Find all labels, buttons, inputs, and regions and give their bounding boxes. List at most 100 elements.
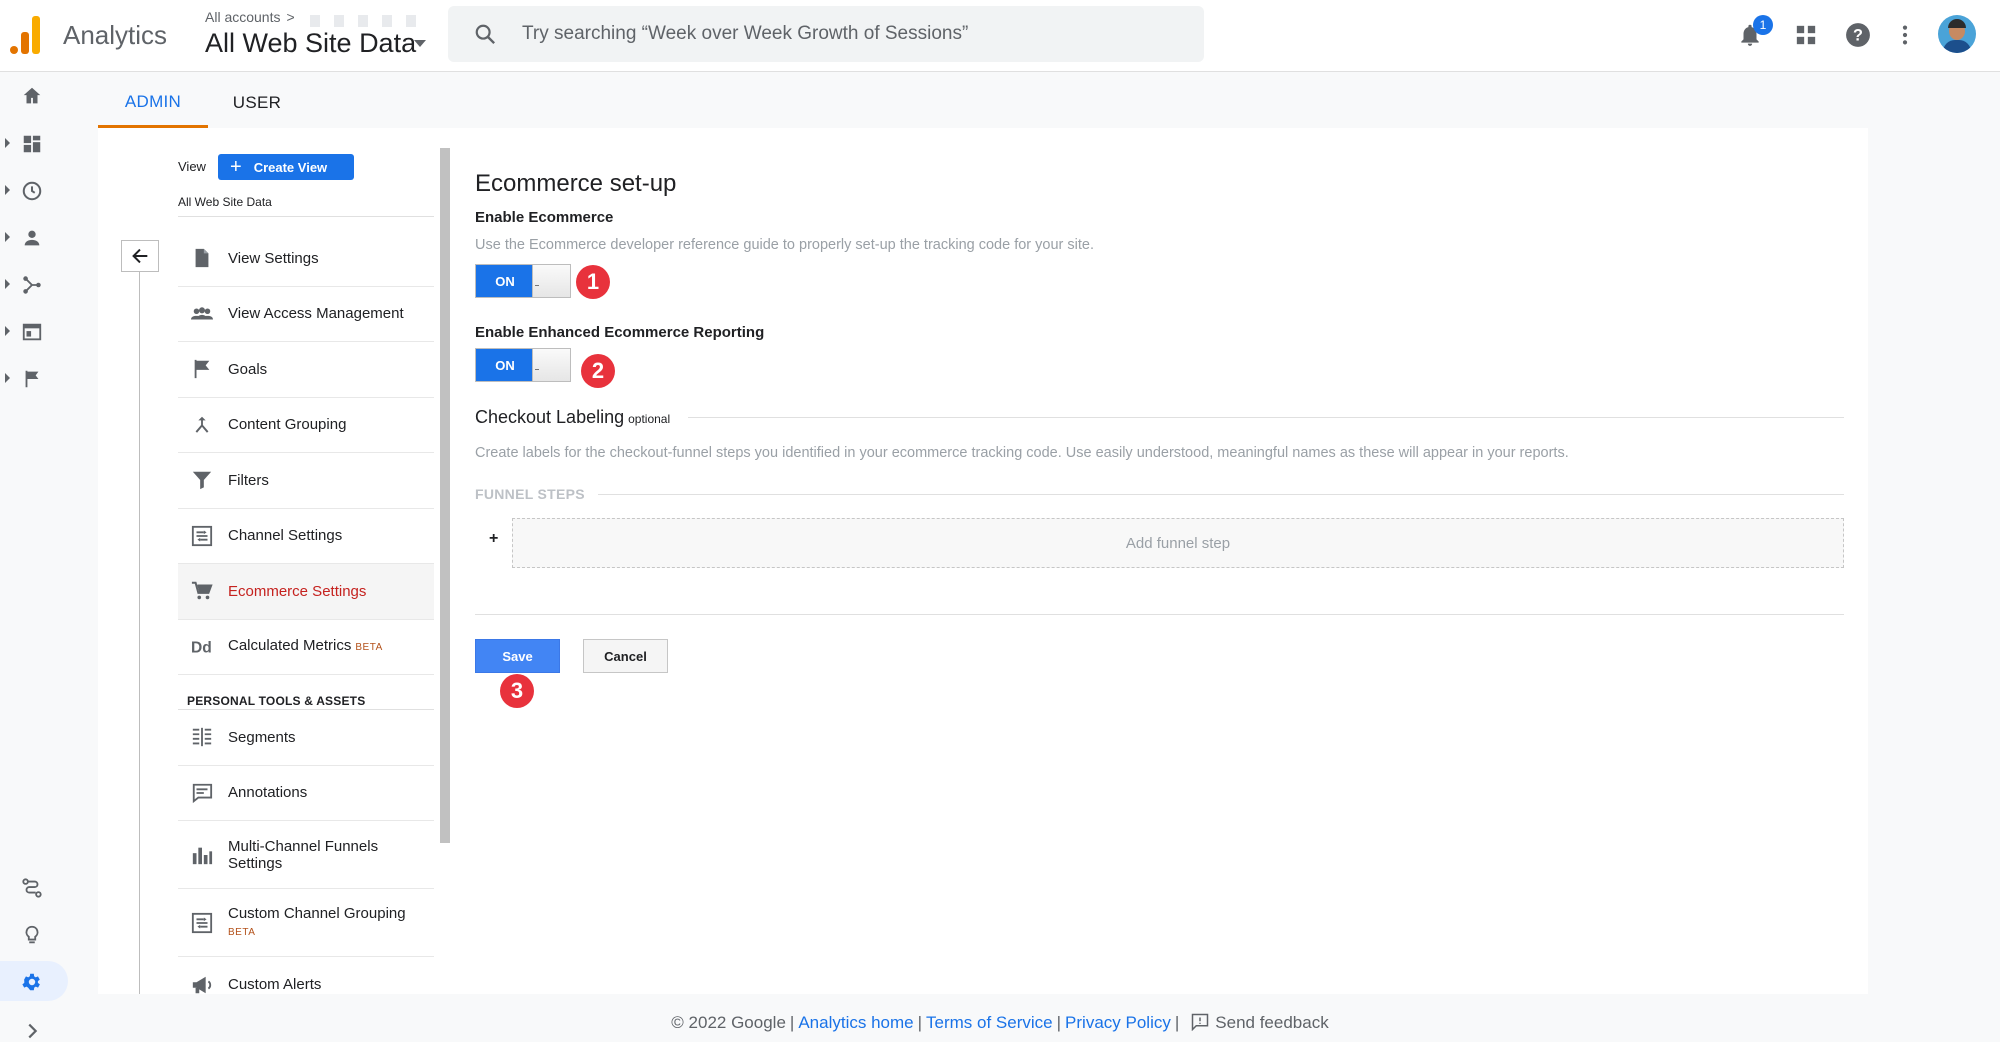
rail-customization[interactable] — [0, 123, 68, 163]
enhanced-ecommerce-toggle[interactable]: ON — [475, 348, 571, 382]
nav-item-custom-alerts[interactable]: Custom Alerts — [178, 957, 434, 1013]
add-funnel-step-button[interactable]: Add funnel step — [512, 518, 1844, 568]
save-button[interactable]: Save — [475, 639, 560, 673]
flag-icon — [194, 360, 210, 379]
privacy-link[interactable]: Privacy Policy — [1065, 1013, 1171, 1032]
nav-guide-line — [139, 272, 140, 994]
notifications-button[interactable]: 1 — [1733, 15, 1773, 52]
enable-ecommerce-toggle[interactable]: ON — [475, 264, 571, 298]
cancel-button[interactable]: Cancel — [583, 639, 668, 673]
rail-discover[interactable] — [0, 914, 68, 954]
nav-item-label: Calculated Metrics BETA — [228, 637, 383, 656]
nav-item-label: Content Grouping — [228, 416, 347, 434]
person-icon — [24, 230, 40, 246]
nav-scrollbar[interactable] — [440, 148, 450, 843]
cart-icon — [191, 581, 213, 600]
create-view-button[interactable]: + Create View — [218, 154, 354, 180]
rail-audience[interactable] — [0, 217, 68, 257]
nav-item-content-grouping[interactable]: Content Grouping — [178, 398, 434, 453]
step-marker-2: 2 — [581, 354, 615, 388]
rail-conversions[interactable] — [0, 358, 68, 398]
divider — [178, 216, 434, 217]
rail-attribution[interactable] — [0, 867, 68, 907]
expand-arrow-icon — [5, 232, 10, 242]
personal-tools-nav: Segments Annotations Multi-Channel Funne… — [178, 709, 434, 1013]
clock-icon — [22, 181, 42, 201]
nav-item-view-settings[interactable]: View Settings — [178, 231, 434, 287]
nav-item-label: Annotations — [228, 784, 308, 802]
arrow-back-icon — [132, 248, 148, 264]
footer-separator: | — [917, 1013, 923, 1032]
help-button[interactable]: ? — [1841, 18, 1875, 52]
page-title: Ecommerce set-up — [475, 170, 677, 197]
analytics-logo-icon[interactable] — [10, 16, 42, 54]
document-icon — [195, 249, 209, 268]
expand-arrow-icon — [5, 185, 10, 195]
apps-button[interactable] — [1789, 18, 1823, 52]
rail-realtime[interactable] — [0, 170, 68, 210]
app-name: Analytics — [63, 20, 168, 50]
add-step-plus-icon[interactable]: + — [489, 530, 498, 548]
nav-item-label: Ecommerce Settings — [228, 582, 367, 600]
channel-icon — [191, 912, 213, 933]
nav-item-channel-settings[interactable]: Channel Settings — [178, 509, 434, 564]
caret-down-icon[interactable] — [414, 40, 426, 47]
rail-home[interactable] — [0, 75, 68, 115]
flag-icon — [25, 370, 39, 388]
expand-arrow-icon — [5, 326, 10, 336]
chevron-right-icon: > — [286, 9, 295, 25]
search-icon — [475, 24, 496, 45]
rail-behavior[interactable] — [0, 311, 68, 351]
tab-admin[interactable]: ADMIN — [98, 78, 208, 128]
gear-icon — [22, 973, 40, 991]
funnel-steps-label: FUNNEL STEPS — [475, 486, 585, 502]
account-breadcrumb[interactable]: All accounts > — [205, 9, 295, 25]
rail-admin[interactable] — [0, 961, 68, 1001]
expand-arrow-icon — [5, 279, 10, 289]
search-input[interactable] — [522, 18, 1182, 50]
feedback-icon — [1192, 1013, 1209, 1031]
bar-chart-icon — [192, 847, 213, 864]
send-feedback-link[interactable]: Send feedback — [1215, 1013, 1328, 1032]
nav-item-goals[interactable]: Goals — [178, 342, 434, 398]
acquisition-icon — [23, 276, 41, 294]
segments-icon — [192, 728, 212, 747]
nav-item-label: Filters — [228, 471, 269, 489]
nav-item-multi-channel-funnels-settings[interactable]: Multi-Channel Funnels Settings — [178, 821, 434, 889]
footer: © 2022 Google | Analytics home | Terms of Se… — [0, 1013, 2000, 1033]
more-menu-button[interactable] — [1888, 18, 1922, 52]
toggle-knob — [532, 265, 570, 297]
rail-acquisition[interactable] — [0, 264, 68, 304]
nav-item-label: Custom Channel Grouping BETA — [228, 905, 406, 941]
channel-icon — [191, 525, 213, 546]
nav-item-ecommerce-settings[interactable]: Ecommerce Settings — [178, 564, 434, 620]
tab-user[interactable]: USER — [218, 78, 296, 128]
search-bar[interactable] — [448, 6, 1204, 62]
back-button[interactable] — [121, 240, 159, 272]
nav-item-label: Segments — [228, 728, 296, 746]
terms-link[interactable]: Terms of Service — [926, 1013, 1053, 1032]
notification-badge: 1 — [1753, 15, 1773, 35]
personal-tools-heading: PERSONAL TOOLS & ASSETS — [187, 694, 366, 708]
create-view-label: Create View — [253, 159, 328, 175]
nav-item-calculated-metrics[interactable]: Dd Calculated Metrics BETA — [178, 620, 434, 675]
view-selector[interactable]: All Web Site Data — [205, 28, 416, 59]
divider — [688, 417, 1844, 418]
nav-item-view-access-management[interactable]: View Access Management — [178, 287, 434, 342]
nav-item-custom-channel-grouping[interactable]: Custom Channel Grouping BETA — [178, 889, 434, 957]
nav-item-filters[interactable]: Filters — [178, 453, 434, 509]
nav-item-text: Custom Channel Grouping — [228, 904, 406, 922]
more-vert-icon — [1902, 25, 1908, 45]
user-avatar[interactable] — [1938, 15, 1976, 53]
top-bar: Analytics All accounts > All Web Site Dat… — [0, 0, 2000, 72]
footer-separator: | — [789, 1013, 795, 1032]
attribution-icon — [22, 878, 42, 898]
dashboard-icon — [23, 135, 41, 153]
people-icon — [191, 307, 213, 320]
nav-item-segments[interactable]: Segments — [178, 710, 434, 766]
checkout-labeling-title: Checkout Labeling optional — [475, 407, 670, 428]
svg-text:?: ? — [1853, 26, 1863, 44]
nav-item-annotations[interactable]: Annotations — [178, 766, 434, 821]
analytics-home-link[interactable]: Analytics home — [798, 1013, 913, 1032]
footer-separator: | — [1056, 1013, 1062, 1032]
